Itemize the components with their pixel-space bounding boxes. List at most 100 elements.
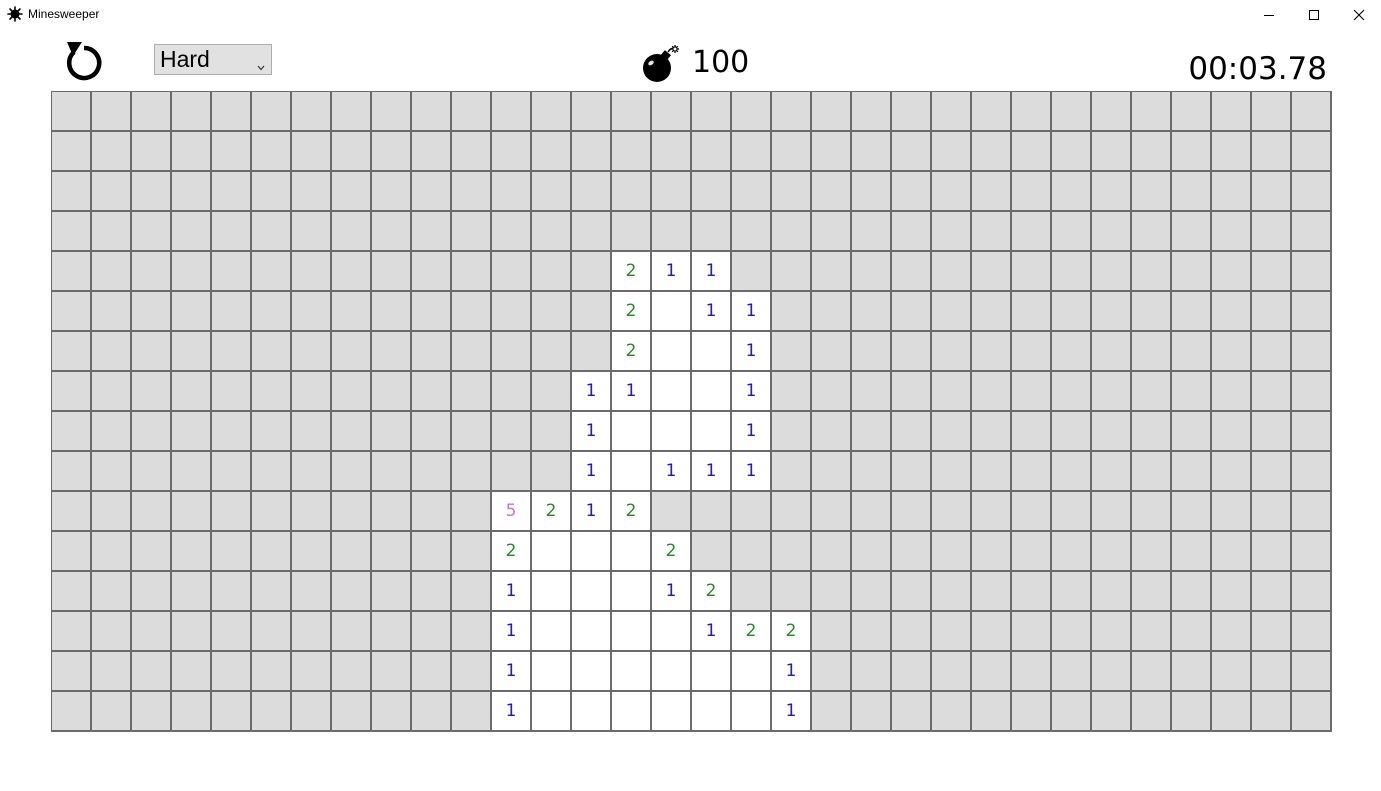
cell-unrevealed[interactable]: [172, 612, 212, 652]
cell-unrevealed[interactable]: [1292, 652, 1332, 692]
cell-unrevealed[interactable]: [612, 212, 652, 252]
cell-number[interactable]: 1: [732, 372, 772, 412]
cell-revealed-empty[interactable]: [652, 372, 692, 412]
cell-revealed-empty[interactable]: [692, 692, 732, 732]
cell-unrevealed[interactable]: [812, 332, 852, 372]
cell-number[interactable]: 1: [492, 652, 532, 692]
cell-unrevealed[interactable]: [132, 292, 172, 332]
cell-unrevealed[interactable]: [732, 132, 772, 172]
cell-unrevealed[interactable]: [172, 132, 212, 172]
cell-revealed-empty[interactable]: [572, 612, 612, 652]
cell-unrevealed[interactable]: [892, 572, 932, 612]
cell-unrevealed[interactable]: [892, 332, 932, 372]
cell-unrevealed[interactable]: [932, 332, 972, 372]
cell-unrevealed[interactable]: [252, 172, 292, 212]
cell-revealed-empty[interactable]: [572, 532, 612, 572]
cell-unrevealed[interactable]: [372, 172, 412, 212]
cell-unrevealed[interactable]: [52, 452, 92, 492]
cell-unrevealed[interactable]: [52, 252, 92, 292]
cell-unrevealed[interactable]: [492, 92, 532, 132]
cell-unrevealed[interactable]: [92, 172, 132, 212]
cell-unrevealed[interactable]: [732, 492, 772, 532]
cell-unrevealed[interactable]: [332, 452, 372, 492]
cell-unrevealed[interactable]: [372, 132, 412, 172]
cell-unrevealed[interactable]: [332, 532, 372, 572]
cell-unrevealed[interactable]: [252, 652, 292, 692]
cell-unrevealed[interactable]: [1212, 132, 1252, 172]
restart-button[interactable]: [60, 38, 104, 84]
cell-unrevealed[interactable]: [212, 612, 252, 652]
cell-unrevealed[interactable]: [812, 292, 852, 332]
cell-unrevealed[interactable]: [172, 172, 212, 212]
cell-unrevealed[interactable]: [972, 612, 1012, 652]
cell-unrevealed[interactable]: [332, 692, 372, 732]
cell-unrevealed[interactable]: [132, 332, 172, 372]
cell-unrevealed[interactable]: [212, 332, 252, 372]
cell-unrevealed[interactable]: [852, 132, 892, 172]
cell-unrevealed[interactable]: [572, 212, 612, 252]
cell-unrevealed[interactable]: [1132, 612, 1172, 652]
cell-unrevealed[interactable]: [132, 412, 172, 452]
cell-unrevealed[interactable]: [692, 212, 732, 252]
cell-unrevealed[interactable]: [1132, 532, 1172, 572]
cell-unrevealed[interactable]: [812, 572, 852, 612]
cell-unrevealed[interactable]: [132, 572, 172, 612]
cell-unrevealed[interactable]: [92, 332, 132, 372]
cell-unrevealed[interactable]: [1292, 372, 1332, 412]
cell-unrevealed[interactable]: [172, 372, 212, 412]
cell-unrevealed[interactable]: [1052, 452, 1092, 492]
cell-unrevealed[interactable]: [412, 652, 452, 692]
cell-unrevealed[interactable]: [1012, 692, 1052, 732]
cell-unrevealed[interactable]: [52, 372, 92, 412]
cell-unrevealed[interactable]: [972, 572, 1012, 612]
difficulty-select[interactable]: Hard: [154, 44, 272, 75]
cell-unrevealed[interactable]: [492, 212, 532, 252]
cell-number[interactable]: 1: [492, 572, 532, 612]
cell-unrevealed[interactable]: [372, 692, 412, 732]
cell-unrevealed[interactable]: [412, 252, 452, 292]
cell-unrevealed[interactable]: [172, 452, 212, 492]
cell-unrevealed[interactable]: [452, 92, 492, 132]
cell-unrevealed[interactable]: [412, 532, 452, 572]
cell-unrevealed[interactable]: [972, 452, 1012, 492]
cell-unrevealed[interactable]: [892, 372, 932, 412]
cell-unrevealed[interactable]: [572, 252, 612, 292]
cell-unrevealed[interactable]: [1092, 532, 1132, 572]
cell-unrevealed[interactable]: [772, 92, 812, 132]
cell-unrevealed[interactable]: [1012, 332, 1052, 372]
cell-unrevealed[interactable]: [972, 252, 1012, 292]
cell-unrevealed[interactable]: [252, 332, 292, 372]
cell-unrevealed[interactable]: [452, 132, 492, 172]
cell-unrevealed[interactable]: [1092, 292, 1132, 332]
cell-revealed-empty[interactable]: [612, 412, 652, 452]
cell-unrevealed[interactable]: [372, 532, 412, 572]
cell-unrevealed[interactable]: [1212, 332, 1252, 372]
cell-unrevealed[interactable]: [1292, 252, 1332, 292]
cell-unrevealed[interactable]: [332, 652, 372, 692]
cell-unrevealed[interactable]: [532, 372, 572, 412]
cell-unrevealed[interactable]: [372, 572, 412, 612]
cell-number[interactable]: 1: [652, 252, 692, 292]
cell-unrevealed[interactable]: [1172, 332, 1212, 372]
cell-unrevealed[interactable]: [852, 172, 892, 212]
cell-unrevealed[interactable]: [492, 172, 532, 212]
cell-unrevealed[interactable]: [92, 612, 132, 652]
cell-revealed-empty[interactable]: [612, 652, 652, 692]
cell-unrevealed[interactable]: [1012, 212, 1052, 252]
cell-unrevealed[interactable]: [812, 612, 852, 652]
cell-unrevealed[interactable]: [1292, 612, 1332, 652]
cell-revealed-empty[interactable]: [612, 612, 652, 652]
cell-unrevealed[interactable]: [452, 452, 492, 492]
cell-unrevealed[interactable]: [1212, 492, 1252, 532]
cell-unrevealed[interactable]: [932, 532, 972, 572]
cell-unrevealed[interactable]: [92, 572, 132, 612]
cell-unrevealed[interactable]: [292, 212, 332, 252]
cell-unrevealed[interactable]: [1132, 332, 1172, 372]
cell-unrevealed[interactable]: [1052, 172, 1092, 212]
cell-unrevealed[interactable]: [252, 252, 292, 292]
cell-unrevealed[interactable]: [652, 92, 692, 132]
cell-revealed-empty[interactable]: [612, 452, 652, 492]
cell-unrevealed[interactable]: [1092, 252, 1132, 292]
cell-unrevealed[interactable]: [1052, 92, 1092, 132]
cell-unrevealed[interactable]: [612, 172, 652, 212]
